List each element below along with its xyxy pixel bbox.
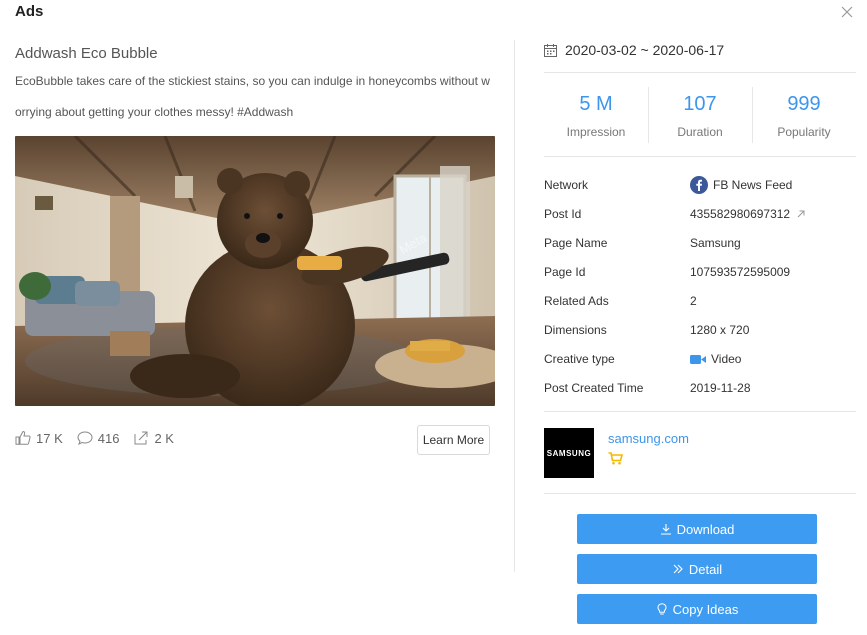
external-link-icon[interactable]	[796, 209, 806, 219]
info-key: Page Name	[544, 235, 608, 250]
download-label: Download	[676, 521, 735, 537]
metrics-panel: 5 M Impression 107 Duration 999 Populari…	[544, 87, 856, 143]
date-range: 2020-03-02 ~ 2020-06-17	[544, 42, 724, 58]
metric-popularity: 999 Popularity	[752, 87, 856, 143]
share-icon	[134, 431, 148, 445]
network-value: FB News Feed	[713, 177, 793, 192]
info-row-creative-type: Creative type Video	[544, 345, 856, 374]
double-chevron-right-icon	[673, 564, 683, 574]
copy-ideas-label: Copy Ideas	[672, 601, 739, 617]
info-value: Video	[690, 352, 741, 366]
info-row-post-id: Post Id 435582980697312	[544, 199, 856, 228]
engagement-stats: 17 K 416 2 K	[15, 430, 188, 446]
info-value: 2019-11-28	[690, 381, 751, 396]
ad-description: EcoBubble takes care of the stickiest st…	[15, 74, 490, 119]
shares-stat: 2 K	[133, 430, 174, 446]
ad-creative-image[interactable]: Meta	[15, 136, 495, 406]
info-value: 107593572595009	[690, 264, 791, 279]
date-range-text: 2020-03-02 ~ 2020-06-17	[565, 42, 725, 58]
divider-top	[544, 72, 856, 73]
column-divider	[514, 40, 515, 572]
info-key: Post Id	[544, 206, 582, 221]
copy-ideas-button[interactable]: Copy Ideas	[577, 594, 817, 624]
info-value: 1280 x 720	[690, 323, 750, 338]
info-key: Post Created Time	[544, 381, 644, 396]
detail-button[interactable]: Detail	[577, 554, 817, 584]
lightbulb-icon	[657, 603, 667, 615]
info-row-post-created: Post Created Time 2019-11-28	[544, 374, 856, 403]
learn-more-button[interactable]: Learn More	[417, 425, 490, 455]
info-row-network: Network FB News Feed	[544, 170, 856, 199]
metric-label: Impression	[566, 125, 626, 139]
detail-label: Detail	[688, 561, 723, 577]
like-icon	[15, 430, 31, 445]
divider-advertiser	[544, 493, 856, 494]
close-icon[interactable]	[841, 6, 853, 18]
metric-impression: 5 M Impression	[544, 87, 648, 143]
info-row-page-id: Page Id 107593572595009	[544, 257, 856, 286]
calendar-icon	[544, 43, 557, 57]
download-button[interactable]: Download	[577, 514, 817, 544]
metric-label: Popularity	[777, 125, 831, 139]
comments-stat: 416	[77, 430, 120, 446]
divider-info	[544, 411, 856, 412]
advertiser-logo[interactable]: SAMSUNG	[544, 428, 594, 478]
ad-info-table: Network FB News Feed Post Id 43558298069…	[544, 170, 856, 403]
facebook-icon	[690, 175, 708, 194]
comment-icon	[77, 431, 93, 446]
post-id-value: 435582980697312	[690, 206, 791, 221]
info-key: Page Id	[544, 264, 586, 279]
cart-icon	[608, 452, 623, 465]
shares-count: 2 K	[154, 430, 174, 446]
download-icon	[660, 524, 671, 535]
ad-title: Addwash Eco Bubble	[15, 45, 158, 62]
modal-title: Ads	[15, 3, 44, 20]
info-value: FB News Feed	[690, 175, 793, 194]
info-key: Related Ads	[544, 293, 609, 308]
close-button[interactable]	[841, 6, 853, 18]
info-row-related-ads: Related Ads 2	[544, 286, 856, 315]
info-row-dimensions: Dimensions 1280 x 720	[544, 315, 856, 344]
video-icon	[690, 354, 706, 364]
info-value: 435582980697312	[690, 207, 806, 221]
info-key: Creative type	[544, 352, 615, 367]
info-value: Samsung	[690, 235, 741, 250]
metric-value: 5 M	[579, 93, 613, 115]
advertiser-domain-link[interactable]: samsung.com	[608, 431, 689, 446]
info-key: Dimensions	[544, 323, 607, 338]
creative-type-value: Video	[711, 352, 742, 367]
likes-stat: 17 K	[15, 430, 63, 446]
info-value: 2	[690, 293, 697, 308]
metric-label: Duration	[677, 125, 723, 139]
divider-metrics	[544, 156, 856, 157]
info-row-page-name: Page Name Samsung	[544, 228, 856, 257]
info-key: Network	[544, 177, 589, 192]
comments-count: 416	[97, 430, 120, 446]
metric-value: 999	[787, 93, 821, 115]
metric-value: 107	[683, 93, 717, 115]
metric-duration: 107 Duration	[648, 87, 752, 143]
likes-count: 17 K	[36, 430, 63, 446]
